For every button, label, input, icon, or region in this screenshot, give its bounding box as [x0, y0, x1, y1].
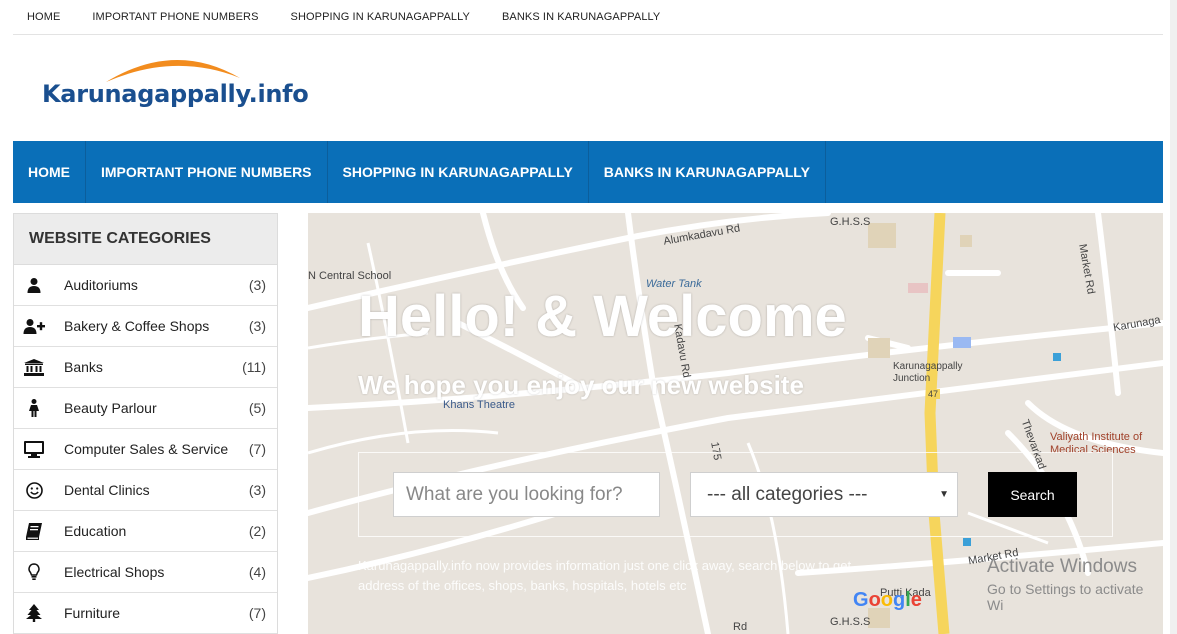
top-nav-shopping[interactable]: SHOPPING IN KARUNAGAPPALLY: [291, 11, 470, 23]
category-count: (5): [248, 400, 266, 416]
category-furniture[interactable]: Furniture (7): [14, 593, 277, 634]
search-button[interactable]: Search: [988, 472, 1077, 517]
hero-title: Hello! & Welcome: [358, 284, 847, 349]
category-label: Furniture: [64, 605, 121, 621]
category-count: (3): [248, 482, 266, 498]
lightbulb-icon: [14, 552, 54, 592]
category-label: Auditoriums: [64, 277, 138, 293]
main-nav-home[interactable]: HOME: [13, 141, 86, 203]
top-nav-home[interactable]: HOME: [27, 11, 60, 23]
category-beauty-parlour[interactable]: Beauty Parlour (5): [14, 388, 277, 429]
category-count: (3): [248, 318, 266, 334]
category-count: (11): [242, 359, 266, 375]
main-nav-phone-numbers[interactable]: IMPORTANT PHONE NUMBERS: [86, 141, 328, 203]
main-nav: HOME IMPORTANT PHONE NUMBERS SHOPPING IN…: [13, 141, 1163, 203]
map-label-junction: Karunagappally Junction: [893, 361, 963, 384]
book-icon: [14, 511, 54, 551]
category-computer-sales[interactable]: Computer Sales & Service (7): [14, 429, 277, 470]
site-logo[interactable]: Karunagappally.info: [40, 50, 330, 130]
category-label: Beauty Parlour: [64, 400, 157, 416]
top-nav-phone-numbers[interactable]: IMPORTANT PHONE NUMBERS: [92, 11, 258, 23]
main-nav-banks[interactable]: BANKS IN KARUNAGAPPALLY: [589, 141, 826, 203]
category-bakery[interactable]: Bakery & Coffee Shops (3): [14, 306, 277, 347]
hero-subtitle: We hope you enjoy our new website: [358, 370, 804, 400]
hero-info-text: Karunagappally.info now provides informa…: [358, 558, 852, 593]
map-label-ghss-top: G.H.S.S: [830, 216, 871, 228]
watermark-line-2: Go to Settings to activate Wi: [987, 581, 1144, 613]
tree-icon: [14, 593, 54, 633]
user-plus-icon: [14, 306, 54, 346]
search-input[interactable]: What are you looking for?: [393, 472, 660, 517]
category-select[interactable]: --- all categories --- ▼: [690, 472, 958, 517]
categories-sidebar: WEBSITE CATEGORIES Auditoriums (3) Baker…: [13, 213, 278, 634]
category-count: (3): [248, 277, 266, 293]
category-auditoriums[interactable]: Auditoriums (3): [14, 265, 277, 306]
category-select-value: --- all categories ---: [707, 483, 868, 505]
google-logo: Google: [853, 589, 922, 611]
map-label-route-47: 47: [926, 389, 941, 399]
map-label-rd-bottom: Rd: [733, 621, 748, 633]
category-label: Banks: [64, 359, 103, 375]
category-count: (4): [248, 564, 266, 580]
top-nav-banks[interactable]: BANKS IN KARUNAGAPPALLY: [502, 11, 660, 23]
map-label-central-school: N Central School: [308, 270, 392, 282]
logo-text: Karunagappally.info: [42, 80, 309, 108]
map-label-ghss-bottom: G.H.S.S: [830, 616, 871, 628]
category-count: (2): [248, 523, 266, 539]
activate-windows-watermark: Activate Windows Go to Settings to activ…: [987, 556, 1163, 613]
category-count: (7): [248, 605, 266, 621]
category-electrical-shops[interactable]: Electrical Shops (4): [14, 552, 277, 593]
monitor-icon: [14, 429, 54, 469]
category-education[interactable]: Education (2): [14, 511, 277, 552]
category-banks[interactable]: Banks (11): [14, 347, 277, 388]
page-scrollbar[interactable]: [1170, 0, 1177, 634]
page: HOME IMPORTANT PHONE NUMBERS SHOPPING IN…: [0, 0, 1177, 634]
main-nav-shopping[interactable]: SHOPPING IN KARUNAGAPPALLY: [328, 141, 589, 203]
category-dental-clinics[interactable]: Dental Clinics (3): [14, 470, 277, 511]
bank-icon: [14, 347, 54, 387]
category-label: Bakery & Coffee Shops: [64, 318, 210, 334]
person-icon: [14, 265, 54, 305]
watermark-line-1: Activate Windows: [987, 556, 1137, 577]
female-icon: [14, 388, 54, 428]
caret-down-icon: ▼: [939, 489, 949, 500]
top-nav: HOME IMPORTANT PHONE NUMBERS SHOPPING IN…: [13, 0, 1163, 35]
category-label: Education: [64, 523, 127, 539]
category-label: Electrical Shops: [64, 564, 165, 580]
hero-map-section: G.H.S.S Alumkadavu Rd Market Rd N Centra…: [308, 213, 1163, 634]
category-label: Computer Sales & Service: [64, 441, 229, 457]
sidebar-title: WEBSITE CATEGORIES: [14, 214, 277, 265]
smile-icon: [14, 470, 54, 510]
category-count: (7): [248, 441, 266, 457]
category-label: Dental Clinics: [64, 482, 150, 498]
